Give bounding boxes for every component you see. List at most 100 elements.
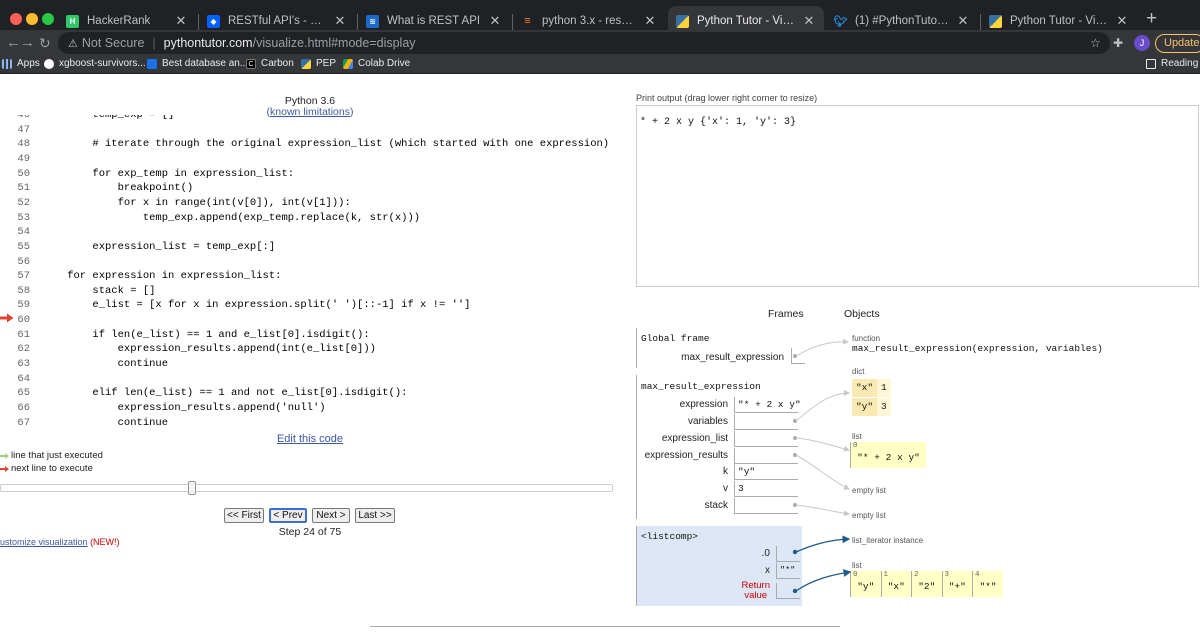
close-icon[interactable]: ✕: [802, 13, 816, 29]
close-icon[interactable]: ✕: [488, 13, 502, 29]
bookmark-colab-drive[interactable]: Colab Drive: [343, 58, 410, 69]
var-name-variables: variables: [687, 416, 728, 427]
bookmark-label: Carbon: [261, 58, 294, 69]
var-value-expression: "* + 2 x y": [734, 397, 801, 413]
list-value: "* + 2 x y": [857, 452, 920, 463]
code-text: for expression in expression_list:: [42, 270, 282, 283]
green-arrow-icon: [0, 452, 9, 459]
step-slider-handle[interactable]: [188, 481, 196, 495]
line-number: 66: [17, 402, 30, 414]
return-label: Return value: [741, 580, 770, 601]
bookmark-best-database[interactable]: Best database an...: [147, 58, 248, 69]
empty-list-label: empty list: [852, 511, 886, 520]
warning-icon: ⚠: [68, 37, 78, 50]
step-slider[interactable]: [0, 484, 613, 492]
line-number: 51: [17, 182, 30, 195]
list-label: list: [852, 432, 862, 441]
code-line: 65 elif len(e_list) == 1 and not e_list[…: [0, 386, 625, 401]
line-number: 50: [17, 167, 30, 180]
page-divider: [370, 626, 840, 627]
security-status: Not Secure: [81, 36, 145, 50]
reload-icon[interactable]: ↻: [39, 34, 51, 52]
var-value-expression-results: [734, 448, 798, 464]
reading-list-label: Reading L: [1161, 58, 1200, 69]
list-value: "*": [979, 581, 997, 592]
dict-value: 1: [877, 379, 891, 397]
hackerrank-icon: H: [66, 14, 79, 28]
bookmark-apps[interactable]: Apps: [2, 58, 40, 69]
bookmark-carbon[interactable]: C Carbon: [246, 58, 294, 69]
legend-next: next line to execute: [0, 463, 93, 474]
var-name-expression-results: expression_results: [644, 450, 728, 461]
line-number: 52: [17, 196, 30, 209]
update-button[interactable]: Update: [1155, 34, 1200, 53]
reading-list[interactable]: Reading L: [1146, 58, 1200, 69]
var-value-variables: [734, 414, 798, 430]
avatar[interactable]: J: [1134, 35, 1150, 51]
list-cell: 0 "* + 2 x y": [850, 442, 926, 468]
window-close-button[interactable]: [10, 13, 22, 25]
new-tab-button[interactable]: +: [1146, 9, 1157, 29]
var-value-k: "y": [734, 464, 798, 480]
line-number: 62: [17, 343, 30, 356]
code-text: expression_results.append(int(e_list[0])…: [42, 343, 376, 356]
code-text: e_list = [x for x in expression.split(' …: [42, 299, 471, 312]
var-value-iter: [776, 546, 800, 562]
code-line: 56: [0, 255, 625, 270]
var-name-expression-list: expression_list: [661, 433, 728, 444]
code-text: breakpoint(): [42, 182, 194, 195]
window-maximize-button[interactable]: [42, 13, 54, 25]
code-line: 49: [0, 152, 625, 167]
line-number: 65: [17, 387, 30, 400]
code-line: 64: [0, 372, 625, 387]
line-number: 57: [17, 270, 30, 283]
code-line: 51 breakpoint(): [0, 181, 625, 196]
line-number: 48: [17, 138, 30, 151]
code-text: # iterate through the original expressio…: [42, 138, 610, 151]
carbon-icon: C: [246, 58, 256, 69]
code-text: for x in range(int(v[0]), int(v[1])):: [42, 196, 351, 209]
list-value: "y": [857, 581, 875, 592]
dict-key: "x": [852, 379, 877, 397]
code-text: continue: [42, 358, 169, 371]
close-icon[interactable]: ✕: [333, 13, 347, 29]
address-host: pythontutor.com: [163, 36, 253, 50]
tab-title: python 3.x - result of prefix e: [542, 15, 639, 27]
code-line: 47: [0, 123, 625, 138]
next-button[interactable]: Next >: [312, 508, 350, 523]
back-icon[interactable]: ←: [6, 34, 21, 52]
close-icon[interactable]: ✕: [956, 13, 970, 29]
close-icon[interactable]: ✕: [643, 13, 657, 29]
customize-visualization-link[interactable]: ustomize visualization (NEW!): [0, 537, 120, 547]
prev-button[interactable]: < Prev: [269, 508, 307, 523]
print-output-label: Print output (drag lower right corner to…: [636, 93, 818, 103]
objects-header: Objects: [844, 308, 880, 320]
var-value-x: "*": [776, 563, 800, 579]
bookmark-pep[interactable]: PEP: [301, 58, 336, 69]
frame-title: max_result_expression: [641, 381, 761, 392]
last-button[interactable]: Last >>: [355, 508, 395, 523]
dropbox-icon: ◆: [207, 14, 220, 28]
list-index: 2: [914, 571, 919, 579]
red-arrow-icon: [0, 465, 9, 472]
bookmark-xgboost[interactable]: xgboost-survivors...: [44, 58, 146, 69]
tab-title: HackerRank: [87, 15, 151, 27]
line-number: 47: [17, 123, 30, 136]
forward-icon[interactable]: →: [20, 34, 35, 52]
list-index: 0: [853, 442, 858, 450]
close-icon[interactable]: ✕: [1115, 13, 1129, 29]
bookmark-star-icon[interactable]: ☆: [1090, 36, 1101, 50]
code-line: 53 temp_exp.append(exp_temp.replace(k, s…: [0, 211, 625, 226]
code-line: 62 expression_results.append(int(e_list[…: [0, 342, 625, 357]
edit-code-link[interactable]: Edit this code: [240, 433, 380, 445]
window-minimize-button[interactable]: [26, 13, 38, 25]
print-output-box[interactable]: * + 2 x y {'x': 1, 'y': 3}: [636, 105, 1199, 287]
first-button[interactable]: << First: [224, 508, 264, 523]
code-line: 54: [0, 225, 625, 240]
code-text: temp_exp.append(exp_temp.replace(k, str(…: [42, 211, 421, 224]
list-value: "x": [887, 581, 905, 592]
close-icon[interactable]: ✕: [174, 13, 188, 29]
address-bar[interactable]: ⚠ Not Secure | pythontutor.com/visualize…: [58, 32, 1110, 54]
apps-grid-icon: [2, 58, 12, 69]
extensions-icon[interactable]: ✚: [1113, 36, 1123, 50]
